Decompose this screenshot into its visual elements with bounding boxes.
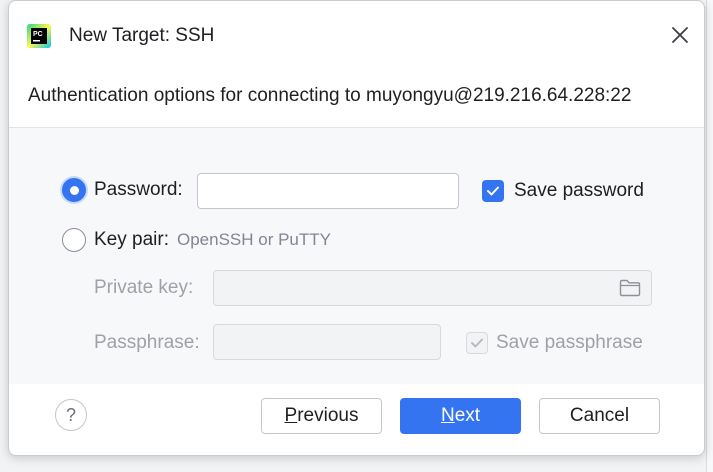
save-passphrase-row: Save passphrase (466, 332, 643, 354)
password-field[interactable] (197, 173, 459, 209)
private-key-label: Private key: (94, 277, 194, 298)
previous-label: revious (297, 405, 359, 426)
passphrase-field[interactable] (213, 324, 441, 360)
keypair-row: Key pair: OpenSSH or PuTTY (62, 228, 331, 252)
keypair-label: Key pair: (94, 229, 169, 250)
passphrase-label: Passphrase: (94, 332, 200, 353)
save-passphrase-checkbox[interactable] (466, 332, 488, 354)
password-label: Password: (94, 179, 183, 200)
next-button[interactable]: Next (400, 398, 521, 434)
previous-mnemonic: P (284, 405, 298, 426)
help-button-label: ? (65, 404, 76, 425)
cancel-label: Cancel (569, 405, 630, 426)
new-target-ssh-dialog: PC New Target: SSH Authentication option… (8, 0, 705, 456)
dialog-title: New Target: SSH (69, 25, 215, 46)
cancel-button[interactable]: Cancel (539, 398, 660, 434)
pycharm-icon: PC (27, 24, 51, 48)
next-mnemonic: N (440, 405, 455, 426)
keypair-hint: OpenSSH or PuTTY (176, 230, 331, 249)
save-password-label: Save password (514, 180, 644, 201)
save-password-checkbox[interactable] (482, 180, 504, 202)
background-panel-edge (706, 0, 713, 472)
dialog-titlebar: PC New Target: SSH (9, 1, 704, 69)
save-passphrase-label: Save passphrase (496, 332, 643, 353)
next-label: ext (454, 405, 481, 426)
svg-text:PC: PC (33, 31, 43, 38)
folder-icon[interactable] (619, 279, 641, 302)
previous-button[interactable]: Previous (261, 398, 382, 434)
auth-options-panel: Password: Save password Key pair: OpenSS… (9, 128, 704, 384)
password-row: Password: (62, 178, 183, 202)
help-icon[interactable]: ? (55, 399, 87, 431)
private-key-field[interactable] (213, 270, 652, 306)
close-icon[interactable] (668, 23, 692, 47)
dialog-subtitle: Authentication options for connecting to… (28, 85, 632, 106)
save-password-row: Save password (482, 180, 644, 202)
password-radio[interactable] (62, 178, 86, 202)
keypair-radio[interactable] (62, 228, 86, 252)
